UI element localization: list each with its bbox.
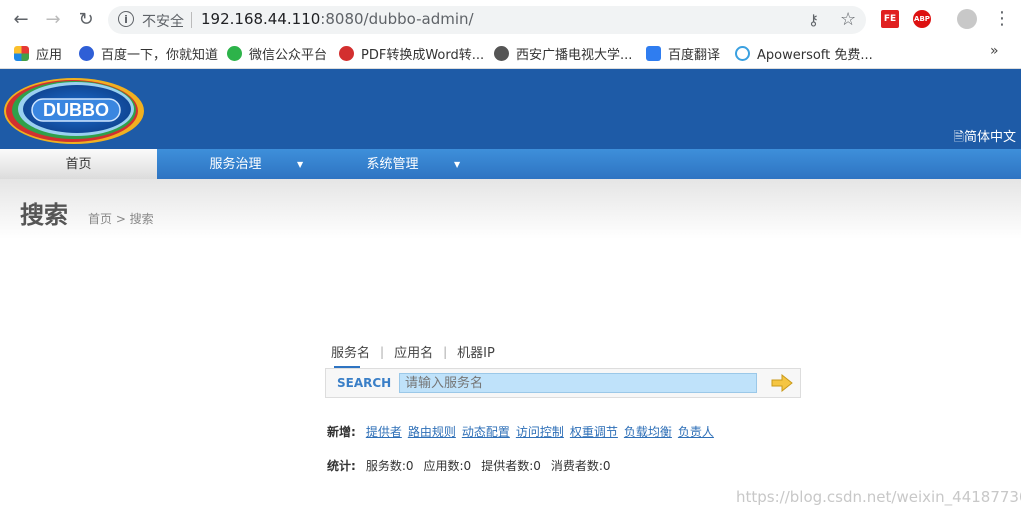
watermark-text: https://blog.csdn.net/weixin_44187730 [736, 488, 1021, 506]
more-menu-icon[interactable]: ⋮ [993, 8, 1011, 29]
bookmark-label: 微信公众平台 [249, 48, 328, 63]
browser-toolbar: ← → ↻ i 不安全 192.168.44.110:8080/dubbo-ad… [0, 0, 1021, 38]
bookmark-label: 应用 [36, 48, 63, 63]
apowersoft-icon [735, 46, 750, 61]
nav-system-label: 系统管理 [366, 157, 419, 172]
link-access-control[interactable]: 访问控制 [516, 423, 564, 440]
forward-arrow-icon[interactable]: → [42, 8, 64, 30]
pdf-converter-icon [339, 46, 354, 61]
wechat-icon [227, 46, 242, 61]
adblock-plus-icon[interactable]: ABP [913, 10, 931, 28]
bookmark-baidu-translate[interactable]: 百度翻译 [646, 44, 720, 63]
bookmark-label: 西安广播电视大学... [516, 48, 633, 63]
bookmarks-bar: 应用 百度一下，你就知道 微信公众平台 PDF转换成Word转... 西安广播电… [0, 38, 1021, 69]
bookmark-apps[interactable]: 应用 [14, 44, 62, 63]
stats-row: 统计: 服务数:0 应用数:0 提供者数:0 消费者数:0 [327, 457, 621, 474]
url-host: 192.168.44.110 [201, 10, 321, 28]
create-links-row: 新增: 提供者 路由规则 动态配置 访问控制 权重调节 负载均衡 负责人 [327, 423, 720, 440]
tab-divider: | [443, 344, 448, 359]
tab-application-name[interactable]: 应用名 [394, 342, 433, 361]
search-type-tabs: 服务名 | 应用名 | 机器IP [331, 342, 495, 368]
info-icon[interactable]: i [118, 11, 134, 27]
baidu-paw-icon [79, 46, 94, 61]
tab-service-name[interactable]: 服务名 [331, 342, 370, 368]
link-load-balance[interactable]: 负载均衡 [624, 423, 672, 440]
bookmark-baidu[interactable]: 百度一下，你就知道 [79, 44, 218, 63]
nav-home[interactable]: 首页 [0, 149, 157, 179]
chevron-double-right-icon[interactable]: » [990, 43, 999, 59]
nav-home-label: 首页 [65, 157, 92, 172]
breadcrumb: 首页 > 搜索 [88, 212, 154, 226]
caret-down-icon: ▼ [454, 160, 461, 169]
stats-label: 统计: [327, 459, 356, 473]
page-title: 搜索 [20, 201, 68, 229]
create-label: 新增: [327, 425, 356, 439]
title-band [0, 179, 1021, 239]
caret-down-icon: ▼ [297, 160, 304, 169]
link-weight-adjust[interactable]: 权重调节 [570, 423, 618, 440]
stat-services: 服务数:0 [365, 459, 414, 473]
document-icon: 🗎 [953, 130, 964, 145]
link-provider[interactable]: 提供者 [366, 423, 402, 440]
bookmark-wechat[interactable]: 微信公众平台 [227, 44, 327, 63]
bookmark-star-icon[interactable]: ☆ [840, 9, 856, 30]
link-route-rule[interactable]: 路由规则 [408, 423, 456, 440]
main-nav: 首页 服务治理 ▼ 系统管理 ▼ [0, 149, 1021, 179]
tab-divider: | [380, 344, 385, 359]
search-label: SEARCH [337, 376, 392, 390]
nav-service-governance[interactable]: 服务治理 ▼ [157, 149, 314, 179]
key-icon[interactable]: ⚷ [808, 11, 819, 29]
stat-applications: 应用数:0 [423, 459, 472, 473]
url-text[interactable]: 192.168.44.110:8080/dubbo-admin/ [201, 10, 474, 28]
bookmark-apowersoft[interactable]: Apowersoft 免费... [735, 44, 873, 63]
reload-icon[interactable]: ↻ [75, 8, 97, 30]
bookmark-pdf[interactable]: PDF转换成Word转... [339, 44, 484, 63]
site-header: DUBBO 🗎简体中文 [0, 69, 1021, 149]
bookmark-xian-tvu[interactable]: 西安广播电视大学... [494, 44, 632, 63]
security-label: 不安全 [142, 14, 184, 30]
fe-extension-icon[interactable]: FE [881, 10, 899, 28]
address-bar[interactable]: i 不安全 192.168.44.110:8080/dubbo-admin/ ⚷… [108, 6, 866, 34]
profile-avatar-icon[interactable] [957, 9, 977, 29]
omnibox-divider [191, 12, 192, 28]
bookmark-label: PDF转换成Word转... [361, 48, 485, 63]
globe-icon [494, 46, 509, 61]
translate-icon [646, 46, 661, 61]
nav-service-label: 服务治理 [209, 157, 262, 172]
language-switch[interactable]: 🗎简体中文 [954, 126, 1016, 150]
search-box: SEARCH [325, 368, 801, 398]
stat-consumers: 消费者数:0 [550, 459, 611, 473]
tab-machine-ip[interactable]: 机器IP [457, 342, 495, 361]
back-arrow-icon[interactable]: ← [10, 8, 32, 30]
logo-text: DUBBO [43, 100, 109, 120]
dubbo-logo[interactable]: DUBBO [2, 73, 144, 145]
language-label: 简体中文 [963, 130, 1016, 145]
apps-grid-icon [14, 46, 29, 61]
link-dynamic-config[interactable]: 动态配置 [462, 423, 510, 440]
link-owner[interactable]: 负责人 [678, 423, 714, 440]
bookmark-label: 百度一下，你就知道 [101, 48, 219, 63]
search-input[interactable] [399, 373, 757, 393]
arrow-right-icon[interactable] [771, 374, 793, 392]
stat-providers: 提供者数:0 [481, 459, 541, 473]
nav-system-management[interactable]: 系统管理 ▼ [314, 149, 471, 179]
bookmark-label: Apowersoft 免费... [757, 48, 873, 63]
url-path: :8080/dubbo-admin/ [320, 10, 474, 28]
bookmark-label: 百度翻译 [668, 48, 721, 63]
